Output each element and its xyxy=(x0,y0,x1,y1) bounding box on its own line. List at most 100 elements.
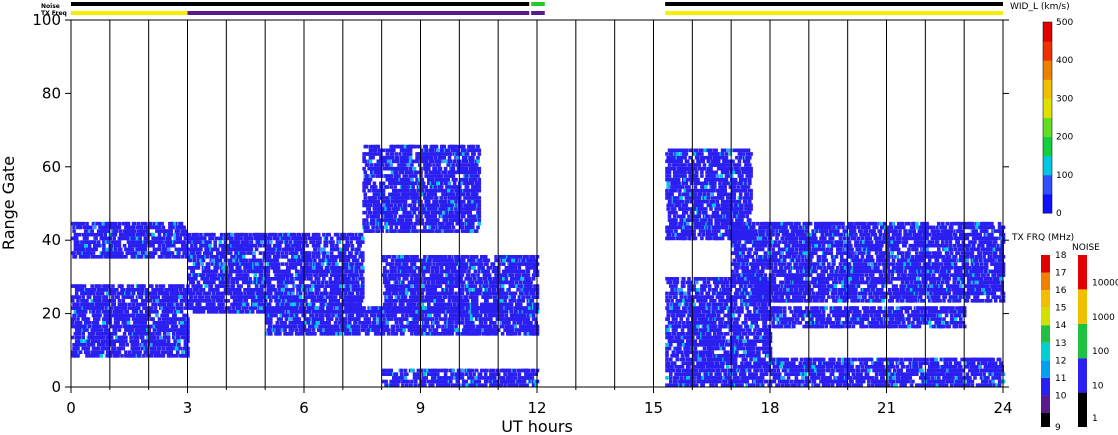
echo-cell xyxy=(317,281,321,285)
echo-cell xyxy=(414,182,418,186)
echo-cell xyxy=(119,325,123,329)
echo-cell xyxy=(188,233,192,237)
echo-cell xyxy=(142,233,146,237)
echo-cell xyxy=(471,226,475,230)
echo-cell xyxy=(305,262,309,266)
echo-cell xyxy=(433,193,437,197)
echo-cell xyxy=(478,178,482,182)
echo-cell xyxy=(124,303,128,307)
echo-cell xyxy=(440,185,444,189)
echo-cell xyxy=(330,237,334,241)
echo-cell xyxy=(142,284,146,288)
echo-cell xyxy=(351,314,355,318)
echo-cell xyxy=(239,270,243,274)
txfreq-strip-segment xyxy=(531,11,545,15)
echo-cell xyxy=(97,240,101,244)
echo-cell xyxy=(325,237,329,241)
echo-cell xyxy=(364,193,368,197)
echo-cell xyxy=(345,240,349,244)
echo-cell xyxy=(204,284,208,288)
echo-cell xyxy=(162,226,166,230)
echo-cell xyxy=(141,336,145,340)
echo-cell xyxy=(369,178,373,182)
echo-cell xyxy=(413,167,417,171)
echo-cell xyxy=(87,350,91,354)
echo-cell xyxy=(175,325,179,329)
echo-cell xyxy=(156,350,160,354)
echo-cell xyxy=(437,314,441,318)
echo-cell xyxy=(443,156,447,160)
echo-cell xyxy=(478,171,482,175)
echo-cell xyxy=(459,218,463,222)
echo-cell xyxy=(330,251,334,255)
echo-cell xyxy=(264,240,268,244)
echo-cell xyxy=(421,314,425,318)
echo-cell xyxy=(223,284,227,288)
echo-cell xyxy=(207,266,211,270)
echo-cell xyxy=(304,237,308,241)
echo-cell xyxy=(294,310,298,314)
echo-cell xyxy=(415,229,419,233)
echo-cell xyxy=(232,306,236,310)
echo-cell xyxy=(415,321,419,325)
echo-cell xyxy=(210,251,214,255)
echo-cell xyxy=(378,211,382,215)
echo-cell xyxy=(269,240,273,244)
echo-cell xyxy=(400,321,404,325)
echo-cell xyxy=(424,185,428,189)
echo-cell xyxy=(285,240,289,244)
echo-cell xyxy=(198,251,202,255)
echo-cell xyxy=(98,222,102,226)
echo-cell xyxy=(395,332,399,336)
echo-cell xyxy=(450,200,454,204)
echo-cell xyxy=(461,317,465,321)
echo-cell xyxy=(374,185,378,189)
echo-cell xyxy=(462,145,466,149)
echo-cell xyxy=(116,321,120,325)
echo-cell xyxy=(343,251,347,255)
echo-cell xyxy=(335,310,339,314)
echo-cell xyxy=(450,211,454,215)
echo-cell xyxy=(106,328,110,332)
echo-cell xyxy=(336,328,340,332)
echo-cell xyxy=(150,354,154,358)
echo-cell xyxy=(406,189,410,193)
echo-cell xyxy=(88,321,92,325)
echo-cell xyxy=(322,233,326,237)
echo-cell xyxy=(393,204,397,208)
echo-cell xyxy=(462,215,466,219)
echo-cell xyxy=(364,160,368,164)
echo-cell xyxy=(325,244,329,248)
echo-cell xyxy=(94,237,98,241)
echo-cell xyxy=(387,200,391,204)
echo-cell xyxy=(132,233,136,237)
echo-cell xyxy=(352,277,356,281)
echo-cell xyxy=(184,229,188,233)
echo-cell xyxy=(154,292,158,296)
echo-cell xyxy=(105,288,109,292)
echo-cell xyxy=(76,347,80,351)
echo-cell xyxy=(269,317,273,321)
echo-cell xyxy=(221,303,225,307)
echo-cell xyxy=(361,284,365,288)
echo-cell xyxy=(167,248,171,252)
echo-cell xyxy=(177,255,181,259)
echo-cell xyxy=(277,251,281,255)
echo-cell xyxy=(452,167,456,171)
echo-cell xyxy=(478,222,482,226)
echo-cell xyxy=(172,332,176,336)
echo-cell xyxy=(259,259,263,263)
echo-cell xyxy=(264,233,268,237)
echo-cell xyxy=(361,292,365,296)
echo-cell xyxy=(285,284,289,288)
echo-cell xyxy=(318,240,322,244)
echo-cell xyxy=(136,339,140,343)
echo-cell xyxy=(81,295,85,299)
echo-cell xyxy=(335,317,339,321)
echo-cell xyxy=(245,259,249,263)
echo-cell xyxy=(118,222,122,226)
echo-cell xyxy=(226,284,230,288)
echo-cell xyxy=(158,244,162,248)
echo-cell xyxy=(134,299,138,303)
echo-cell xyxy=(431,178,435,182)
